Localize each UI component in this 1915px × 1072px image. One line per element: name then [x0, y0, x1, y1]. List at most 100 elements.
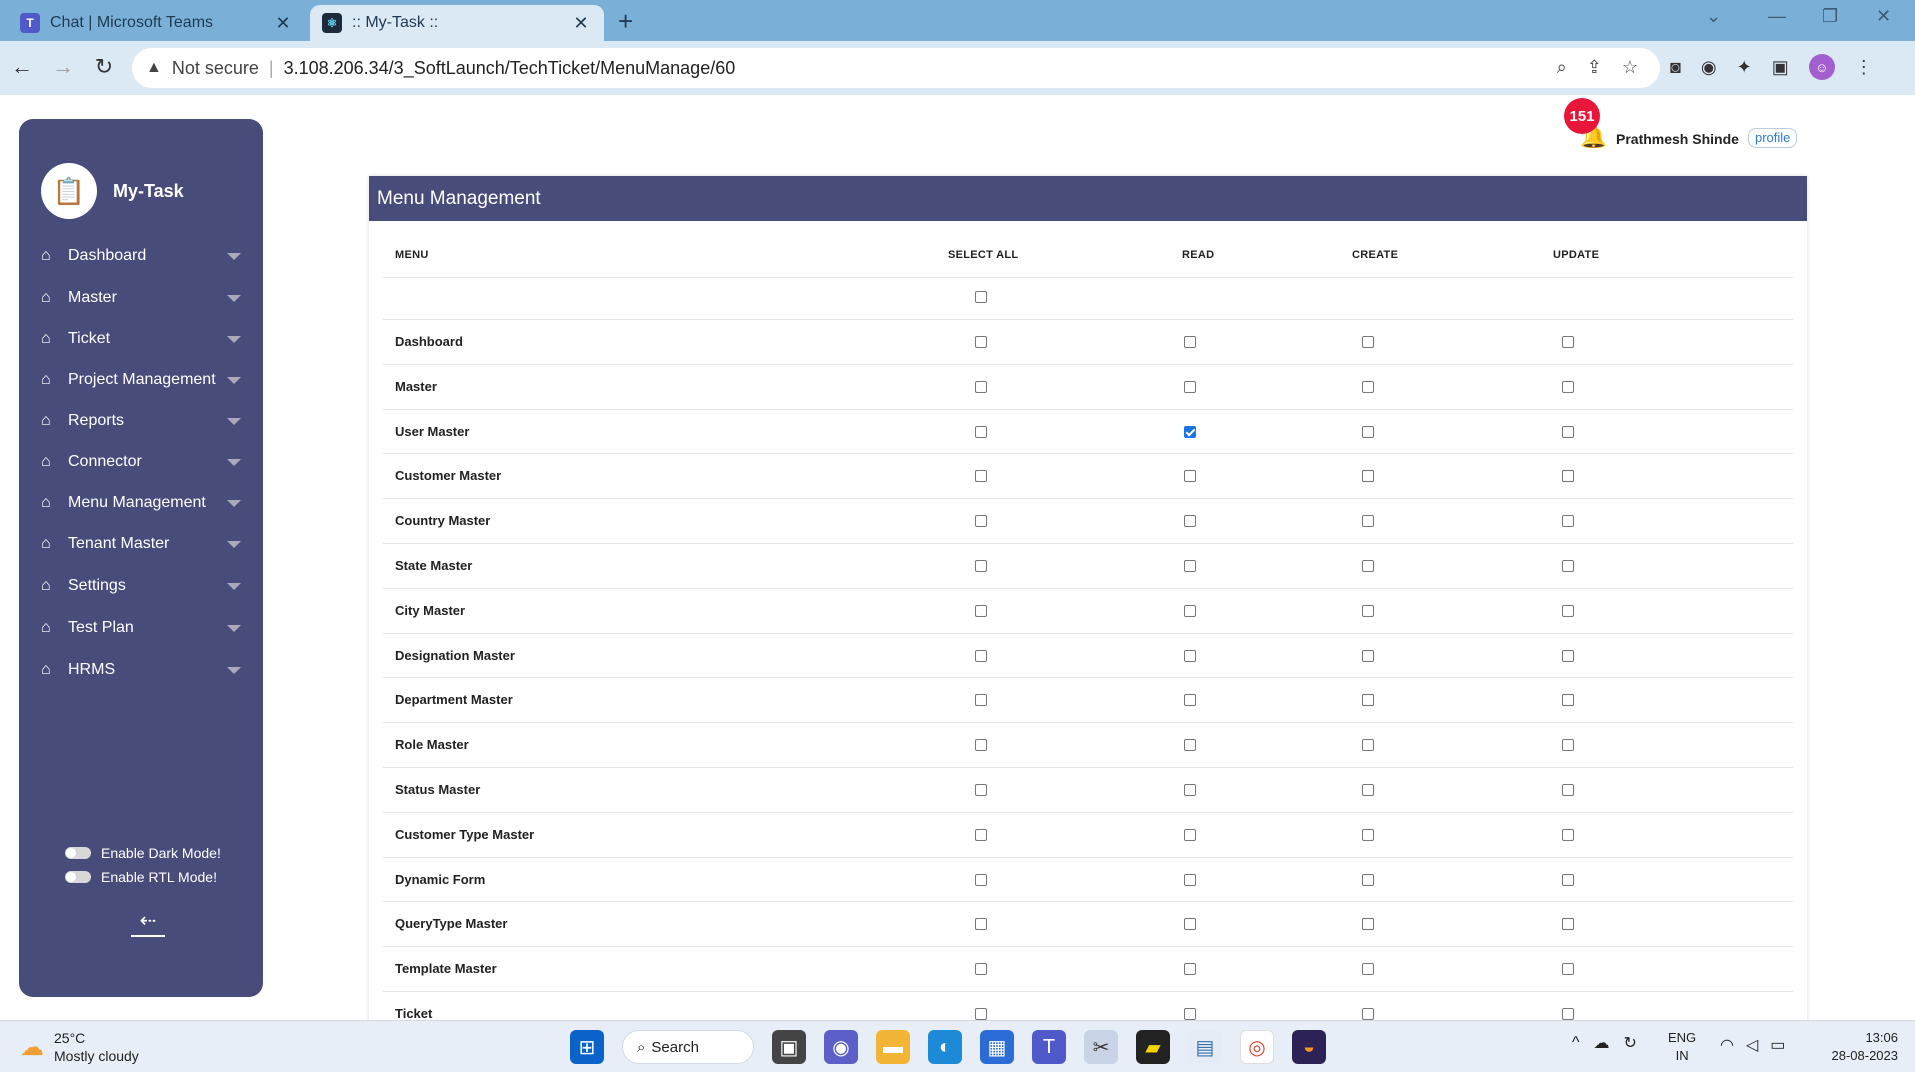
create-checkbox[interactable]	[1362, 470, 1374, 483]
task-view-icon[interactable]: ▣	[772, 1030, 806, 1064]
new-tab-button[interactable]: +	[618, 6, 633, 37]
taskbar-search[interactable]: ⌕ Search	[622, 1030, 754, 1064]
battery-icon[interactable]: ▭	[1770, 1035, 1785, 1055]
select-all-checkbox[interactable]	[975, 425, 987, 438]
update-checkbox[interactable]	[1562, 963, 1574, 976]
select-all-checkbox[interactable]	[975, 963, 987, 976]
select-all-checkbox[interactable]	[975, 1008, 987, 1020]
notification-badge[interactable]: 151	[1564, 98, 1600, 134]
select-all-checkbox[interactable]	[975, 470, 987, 483]
sidebar-item-menu-management[interactable]: ⌂ Menu Management	[41, 488, 241, 518]
select-all-checkbox[interactable]	[975, 873, 987, 886]
create-checkbox[interactable]	[1362, 828, 1374, 841]
update-checkbox[interactable]	[1562, 336, 1574, 348]
update-checkbox[interactable]	[1562, 918, 1574, 931]
read-checkbox[interactable]	[1184, 380, 1196, 393]
close-icon[interactable]: ✕	[272, 13, 294, 34]
select-all-checkbox[interactable]	[975, 515, 987, 528]
read-checkbox[interactable]	[1184, 784, 1196, 796]
read-checkbox[interactable]	[1184, 470, 1196, 483]
zoom-icon[interactable]: ⌕	[1557, 57, 1567, 78]
read-checkbox[interactable]	[1184, 873, 1196, 886]
read-checkbox[interactable]	[1184, 918, 1196, 931]
sidebar-item-connector[interactable]: ⌂ Connector	[41, 447, 241, 477]
sidebar-item-ticket[interactable]: ⌂ Ticket	[41, 324, 241, 354]
update-checkbox[interactable]	[1562, 873, 1574, 886]
photos-icon[interactable]: ▤	[1188, 1030, 1222, 1064]
read-checkbox[interactable]	[1184, 560, 1196, 572]
volume-icon[interactable]: ◁	[1746, 1035, 1758, 1055]
select-all-checkbox[interactable]	[975, 784, 987, 796]
tab-my-task[interactable]: ⚛ :: My-Task :: ✕	[310, 5, 604, 41]
read-checkbox[interactable]	[1184, 515, 1196, 528]
rtl-mode-toggle[interactable]	[65, 871, 91, 883]
select-all-checkbox[interactable]	[975, 380, 987, 393]
read-checkbox[interactable]	[1184, 649, 1196, 662]
restore-icon[interactable]: ❐	[1822, 6, 1838, 27]
create-checkbox[interactable]	[1362, 604, 1374, 617]
sidebar-item-reports[interactable]: ⌂ Reports	[41, 406, 241, 436]
menu-dots-icon[interactable]: ⋮	[1855, 57, 1873, 78]
dark-mode-toggle[interactable]	[65, 847, 91, 859]
update-checkbox[interactable]	[1562, 784, 1574, 796]
snipping-tool-icon[interactable]: ✂	[1084, 1030, 1118, 1064]
update-checkbox[interactable]	[1562, 1008, 1574, 1020]
chevron-up-icon[interactable]: ^	[1572, 1034, 1580, 1052]
update-checkbox[interactable]	[1562, 739, 1574, 752]
sidebar-item-test-plan[interactable]: ⌂ Test Plan	[41, 613, 241, 643]
share-icon[interactable]: ⇪	[1587, 57, 1602, 78]
create-checkbox[interactable]	[1362, 873, 1374, 886]
create-checkbox[interactable]	[1362, 784, 1374, 796]
extension-icon[interactable]: ◉	[1701, 57, 1717, 78]
create-checkbox[interactable]	[1362, 694, 1374, 707]
read-checkbox[interactable]	[1184, 694, 1196, 707]
close-window-icon[interactable]: ✕	[1876, 6, 1891, 27]
dark-mode-toggle-row[interactable]: Enable Dark Mode!	[65, 845, 221, 861]
create-checkbox[interactable]	[1362, 336, 1374, 348]
update-checkbox[interactable]	[1562, 560, 1574, 572]
puzzle-icon[interactable]: ✦	[1737, 57, 1752, 78]
read-checkbox[interactable]	[1184, 336, 1196, 348]
select-all-checkbox[interactable]	[975, 291, 987, 303]
avatar[interactable]: ☺	[1808, 54, 1835, 80]
bookmark-star-icon[interactable]: ☆	[1622, 57, 1638, 78]
sidebar-item-hrms[interactable]: ⌂ HRMS	[41, 655, 241, 685]
side-panel-icon[interactable]: ▣	[1772, 57, 1789, 78]
sync-icon[interactable]: ↻	[1624, 1033, 1637, 1053]
read-checkbox[interactable]	[1184, 739, 1196, 752]
update-checkbox[interactable]	[1562, 604, 1574, 617]
language-indicator[interactable]: ENG IN	[1668, 1029, 1696, 1065]
weather-widget[interactable]: ☁ 25°C Mostly cloudy	[20, 1029, 139, 1065]
eclipse-icon[interactable]: ◒	[1292, 1030, 1326, 1064]
create-checkbox[interactable]	[1362, 649, 1374, 662]
close-icon[interactable]: ✕	[570, 13, 592, 34]
create-checkbox[interactable]	[1362, 918, 1374, 931]
read-checkbox[interactable]	[1184, 828, 1196, 841]
select-all-checkbox[interactable]	[975, 828, 987, 841]
file-explorer-icon[interactable]: ▬	[876, 1030, 910, 1064]
back-icon[interactable]: ←	[8, 54, 36, 80]
store-icon[interactable]: ▦	[980, 1030, 1014, 1064]
sidebar-item-tenant-master[interactable]: ⌂ Tenant Master	[41, 529, 241, 559]
collapse-sidebar-icon[interactable]: ⇠	[131, 911, 165, 937]
camera-icon[interactable]: ◙	[1670, 57, 1681, 78]
chrome-icon[interactable]: ◎	[1240, 1030, 1274, 1064]
create-checkbox[interactable]	[1362, 1008, 1374, 1020]
teams-meet-icon[interactable]: ◉	[824, 1030, 858, 1064]
sidebar-item-dashboard[interactable]: ⌂ Dashboard	[41, 241, 241, 271]
read-checkbox[interactable]	[1184, 963, 1196, 976]
brand[interactable]: 📋 My-Task	[41, 163, 184, 219]
update-checkbox[interactable]	[1562, 380, 1574, 393]
onedrive-icon[interactable]: ☁	[1594, 1033, 1610, 1053]
sidebar-item-project-management[interactable]: ⌂ Project Management	[41, 365, 241, 395]
create-checkbox[interactable]	[1362, 515, 1374, 528]
read-checkbox[interactable]	[1184, 425, 1196, 438]
create-checkbox[interactable]	[1362, 963, 1374, 976]
reload-icon[interactable]: ↻	[90, 54, 118, 80]
update-checkbox[interactable]	[1562, 425, 1574, 438]
update-checkbox[interactable]	[1562, 828, 1574, 841]
select-all-checkbox[interactable]	[975, 560, 987, 572]
tab-search-icon[interactable]: ⌄	[1706, 6, 1721, 27]
wifi-icon[interactable]: ◠	[1720, 1035, 1734, 1055]
minimize-icon[interactable]: —	[1768, 6, 1786, 27]
